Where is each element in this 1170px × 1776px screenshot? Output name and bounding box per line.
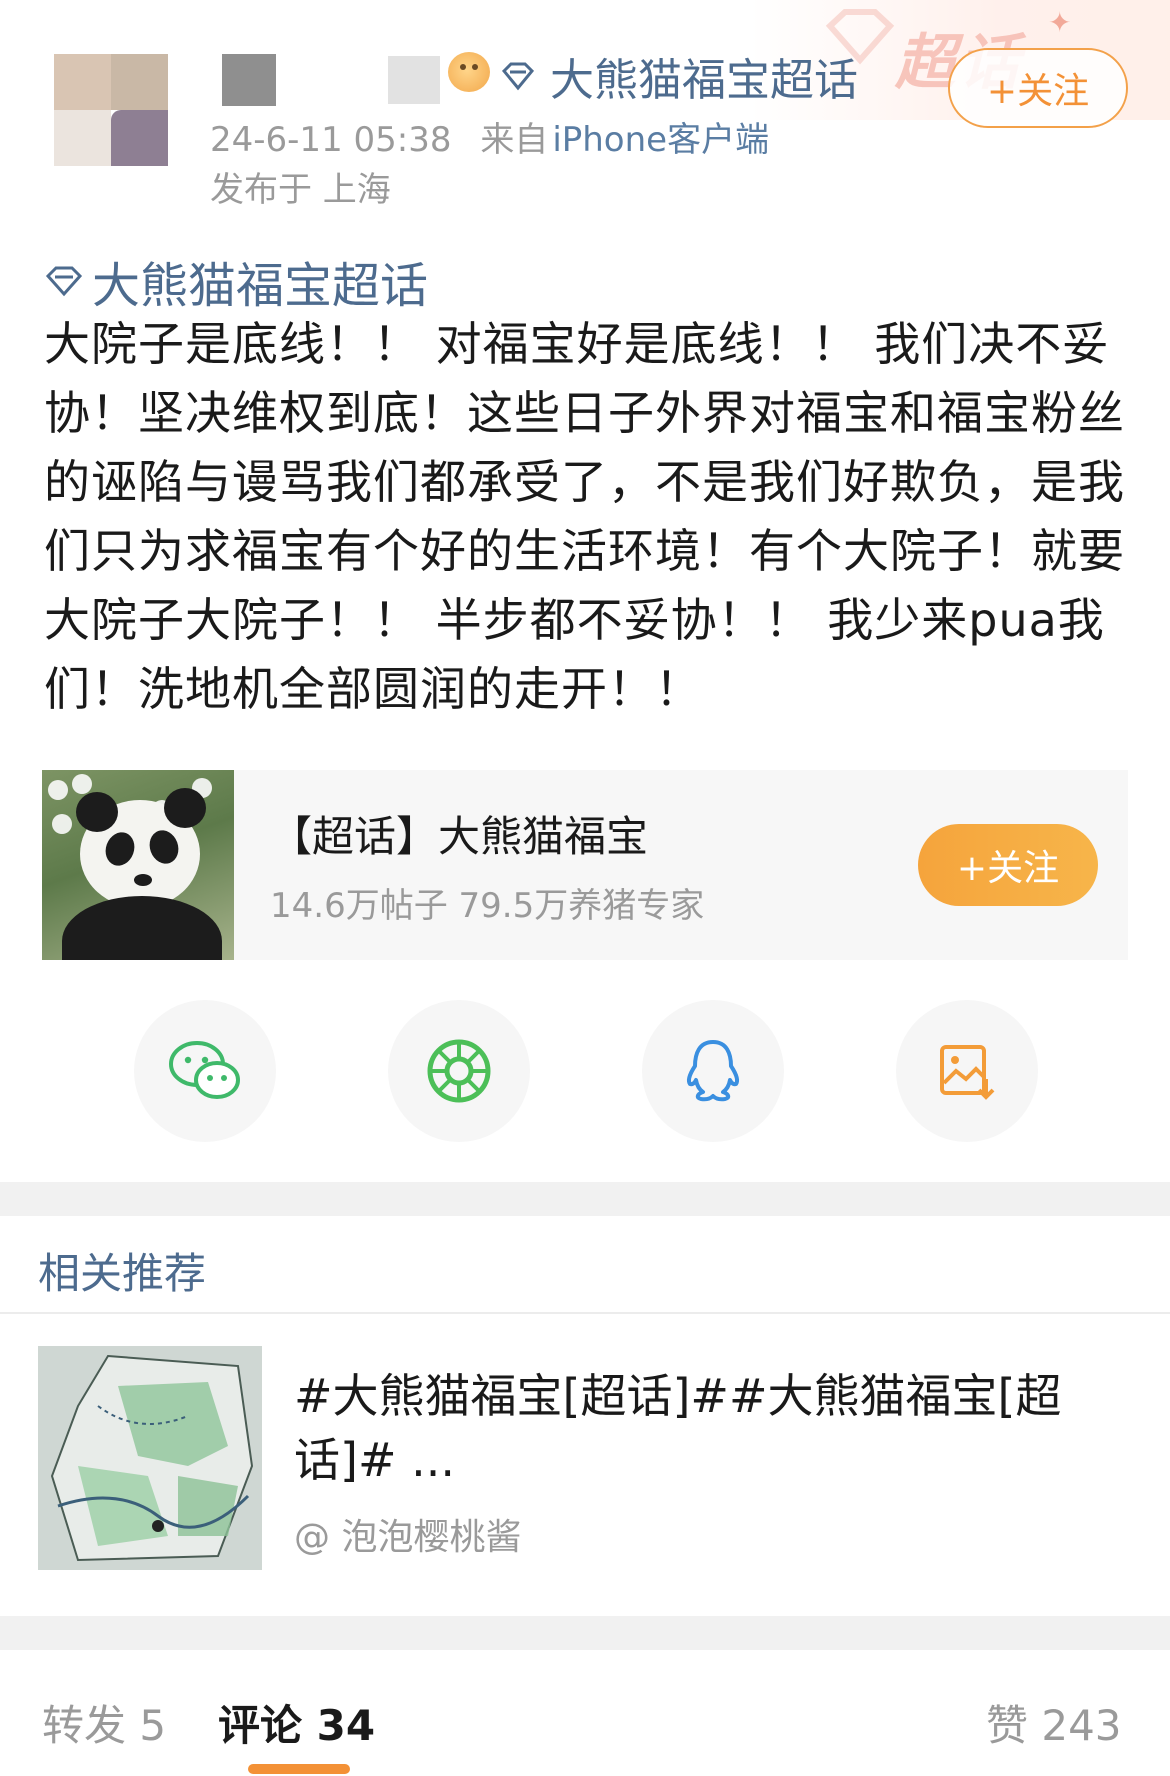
post-timestamp: 24-6-11 05:38 (210, 120, 452, 160)
post-content: 大院子是底线！！ 对福宝好是底线！！ 我们决不妥协！坚决维权到底！这些日子外界对… (44, 317, 1125, 716)
diamond-icon (501, 62, 535, 91)
save-image-icon (940, 1045, 995, 1100)
user-badge-icon (448, 52, 490, 92)
post-meta: 24-6-11 05:38 来自 iPhone客户端 (210, 112, 769, 161)
post-location: 发布于 上海 (210, 170, 391, 210)
related-post-text: #大熊猫福宝[超话]##大熊猫福宝[超话]# ... (294, 1369, 1062, 1487)
inline-topic-link[interactable]: 大熊猫福宝超话 (500, 44, 858, 108)
tab-like[interactable]: 赞 243 (986, 1692, 1122, 1753)
username-redacted[interactable] (222, 54, 276, 106)
related-post-item[interactable]: #大熊猫福宝[超话]##大熊猫福宝[超话]# ... @ 泡泡樱桃酱 (38, 1346, 1138, 1570)
panda-thumbnail (42, 770, 234, 960)
inline-topic-label: 大熊猫福宝超话 (550, 55, 858, 106)
supertopic-stats: 14.6万帖子 79.5万养猪专家 (270, 886, 705, 926)
username-redacted[interactable] (388, 56, 440, 104)
map-thumbnail (38, 1346, 262, 1570)
source-prefix: 来自 (480, 120, 549, 160)
supertopic-card[interactable]: 【超话】大熊猫福宝 14.6万帖子 79.5万养猪专家 +关注 (42, 770, 1128, 960)
diamond-icon (45, 266, 83, 297)
related-section-title: 相关推荐 (38, 1249, 207, 1298)
section-divider (0, 1616, 1170, 1650)
topic-tag-label: 大熊猫福宝超话 (92, 258, 429, 314)
save-image-button[interactable] (896, 1000, 1038, 1142)
follow-button[interactable]: +关注 (948, 48, 1128, 128)
supertopic-name: 【超话】大熊猫福宝 (270, 812, 649, 861)
supertopic-follow-button[interactable]: +关注 (918, 824, 1098, 906)
avatar[interactable] (54, 54, 168, 166)
tab-comment[interactable]: 评论 34 (218, 1692, 375, 1753)
share-wechat-button[interactable] (134, 1000, 276, 1142)
post-header: 超话 ✦ 大熊猫福宝超话 24-6-11 05:38 来自iPhone客户端 发… (0, 0, 1170, 220)
share-qq-button[interactable] (642, 1000, 784, 1142)
section-divider (0, 1182, 1170, 1216)
share-moments-button[interactable] (388, 1000, 530, 1142)
active-tab-indicator (248, 1764, 350, 1774)
topic-tag-link[interactable]: 大熊猫福宝超话 (44, 246, 428, 316)
tab-repost[interactable]: 转发 5 (42, 1692, 166, 1753)
related-post-author[interactable]: @ 泡泡樱桃酱 (294, 1508, 521, 1560)
moments-icon (427, 1039, 491, 1103)
qq-icon (686, 1040, 740, 1102)
sparkle-icon: ✦ (1048, 6, 1072, 39)
wechat-icon (169, 1041, 240, 1099)
share-row (0, 1000, 1170, 1150)
divider (0, 1312, 1170, 1314)
source-client-link[interactable]: iPhone客户端 (552, 120, 769, 160)
supertopic-info: 【超话】大熊猫福宝 14.6万帖子 79.5万养猪专家 (270, 803, 918, 927)
